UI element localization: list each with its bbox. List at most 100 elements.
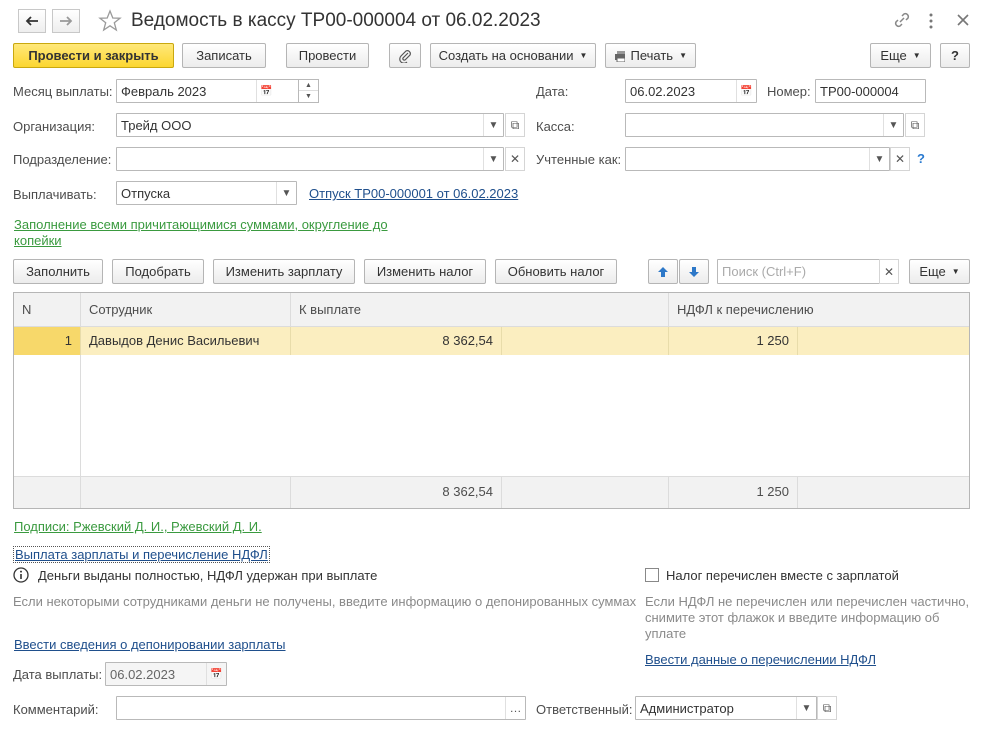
organization-value: Трейд ООО — [121, 118, 192, 133]
calendar-icon[interactable]: 📅 — [256, 80, 276, 102]
month-stepper[interactable]: ▲ ▼ — [298, 79, 319, 103]
open-cash-icon[interactable]: ⧉ — [905, 113, 925, 137]
ellipsis-icon[interactable]: … — [505, 697, 525, 719]
change-salary-button[interactable]: Изменить зарплату — [213, 259, 355, 284]
date-label: Дата: — [536, 84, 569, 99]
accounted-as-field[interactable]: ▼ — [625, 147, 890, 171]
write-button[interactable]: Записать — [182, 43, 266, 68]
tax-hint-line3: уплате — [645, 626, 687, 641]
change-tax-button[interactable]: Изменить налог — [364, 259, 486, 284]
tax-payment-link[interactable]: Ввести данные о перечислении НДФЛ — [645, 652, 876, 667]
create-based-on-button[interactable]: Создать на основании ▼ — [430, 43, 596, 68]
tax-paid-label[interactable]: Налог перечислен вместе с зарплатой — [666, 568, 899, 583]
move-up-button[interactable] — [648, 259, 678, 284]
dropdown-arrow-icon[interactable]: ▼ — [276, 182, 296, 204]
table-more-button[interactable]: Еще ▼ — [909, 259, 970, 284]
dropdown-arrow-icon[interactable]: ▼ — [483, 148, 503, 170]
tax-hint-line2: снимите этот флажок и введите информацию… — [645, 610, 940, 625]
column-header-n[interactable]: N — [14, 293, 81, 326]
pay-type-field[interactable]: Отпуска ▼ — [116, 181, 297, 205]
number-value: ТР00-000004 — [820, 84, 899, 99]
update-tax-button[interactable]: Обновить налог — [495, 259, 617, 284]
number-label: Номер: — [767, 84, 811, 99]
row-pay: 8 362,54 — [291, 327, 502, 355]
footer-n — [14, 477, 81, 508]
help-button[interactable]: ? — [940, 43, 970, 68]
print-label: Печать — [630, 48, 674, 63]
dropdown-arrow-icon[interactable]: ▼ — [483, 114, 503, 136]
close-icon[interactable] — [955, 12, 971, 28]
footer-employee — [81, 477, 291, 508]
responsible-field[interactable]: Администратор ▼ — [635, 696, 817, 720]
back-button[interactable] — [18, 9, 46, 33]
forward-button[interactable] — [52, 9, 80, 33]
open-organization-icon[interactable]: ⧉ — [505, 113, 525, 137]
comment-field[interactable]: … — [116, 696, 526, 720]
accounted-as-label: Учтенные как: — [536, 152, 622, 167]
pay-label: Выплачивать: — [13, 187, 97, 202]
pay-date-label: Дата выплаты: — [13, 667, 103, 682]
table-more-label: Еще — [919, 264, 946, 279]
column-header-pay[interactable]: К выплате — [291, 293, 669, 326]
fill-mode-link-line2: копейки — [14, 233, 62, 248]
pay-type-value: Отпуска — [121, 186, 171, 201]
post-button[interactable]: Провести — [286, 43, 369, 68]
fill-button[interactable]: Заполнить — [13, 259, 103, 284]
employees-table[interactable]: N Сотрудник К выплате НДФЛ к перечислени… — [13, 292, 970, 509]
paperclip-icon — [399, 49, 411, 63]
clear-accounted-icon[interactable]: ✕ — [890, 147, 910, 171]
cash-field[interactable]: ▼ — [625, 113, 904, 137]
dropdown-arrow-icon[interactable]: ▼ — [883, 114, 903, 136]
table-header: N Сотрудник К выплате НДФЛ к перечислени… — [14, 293, 969, 327]
vacation-document-link[interactable]: Отпуск ТР00-000001 от 06.02.2023 — [309, 186, 518, 201]
deposit-hint: Если некоторыми сотрудниками деньги не п… — [13, 594, 637, 609]
month-field[interactable]: Февраль 2023 📅 — [116, 79, 299, 103]
arrow-down-icon — [689, 266, 699, 277]
stepper-down-icon[interactable]: ▼ — [299, 91, 318, 102]
stepper-up-icon[interactable]: ▲ — [299, 80, 318, 91]
organization-label: Организация: — [13, 119, 96, 134]
fill-mode-link-line1: Заполнение всеми причитающимися суммами,… — [14, 217, 388, 232]
department-label: Подразделение: — [13, 152, 112, 167]
organization-field[interactable]: Трейд ООО ▼ — [116, 113, 504, 137]
number-field[interactable]: ТР00-000004 — [815, 79, 926, 103]
signatures-link[interactable]: Подписи: Ржевский Д. И., Ржевский Д. И. — [14, 519, 262, 534]
date-field[interactable]: 06.02.2023 📅 — [625, 79, 757, 103]
dropdown-arrow-icon[interactable]: ▼ — [796, 697, 816, 719]
department-field[interactable]: ▼ — [116, 147, 504, 171]
print-button[interactable]: Печать ▼ — [605, 43, 696, 68]
move-down-button[interactable] — [679, 259, 709, 284]
column-header-employee[interactable]: Сотрудник — [81, 293, 291, 326]
calendar-icon[interactable]: 📅 — [206, 663, 226, 685]
clear-department-icon[interactable]: ✕ — [505, 147, 525, 171]
payment-section-link[interactable]: Выплата зарплаты и перечисление НДФЛ — [13, 546, 270, 563]
more-button[interactable]: Еще ▼ — [870, 43, 931, 68]
open-responsible-icon[interactable]: ⧉ — [817, 696, 837, 720]
chevron-down-icon: ▼ — [912, 51, 921, 60]
dropdown-arrow-icon[interactable]: ▼ — [869, 148, 889, 170]
post-and-close-button[interactable]: Провести и закрыть — [13, 43, 174, 68]
favorite-star-icon[interactable] — [98, 9, 122, 33]
clear-search-icon[interactable]: ✕ — [879, 259, 899, 284]
link-icon[interactable] — [893, 11, 911, 29]
tax-paid-checkbox[interactable] — [645, 568, 659, 582]
menu-kebab-icon[interactable] — [926, 12, 936, 30]
window-title: Ведомость в кассу ТР00-000004 от 06.02.2… — [131, 10, 541, 31]
table-row[interactable]: 1 Давыдов Денис Васильевич 8 362,54 1 25… — [14, 327, 969, 355]
column-header-tax[interactable]: НДФЛ к перечислению — [669, 293, 969, 326]
month-value: Февраль 2023 — [121, 84, 207, 99]
pick-button[interactable]: Подобрать — [112, 259, 204, 284]
accounted-help-icon[interactable]: ? — [917, 151, 925, 166]
calendar-icon[interactable]: 📅 — [736, 80, 756, 102]
chevron-down-icon: ▼ — [679, 51, 687, 60]
footer-pay-total: 8 362,54 — [291, 477, 502, 508]
deposit-link[interactable]: Ввести сведения о депонировании зарплаты — [14, 637, 286, 652]
date-value: 06.02.2023 — [630, 84, 696, 99]
search-input[interactable]: Поиск (Ctrl+F) — [717, 259, 880, 284]
row-employee: Давыдов Денис Васильевич — [81, 327, 291, 355]
fill-mode-link[interactable]: Заполнение всеми причитающимися суммами,… — [14, 217, 388, 249]
pay-date-field[interactable]: 06.02.2023 📅 — [105, 662, 227, 686]
attach-button[interactable] — [389, 43, 421, 68]
arrow-up-icon — [658, 266, 668, 277]
month-label: Месяц выплаты: — [13, 84, 113, 99]
